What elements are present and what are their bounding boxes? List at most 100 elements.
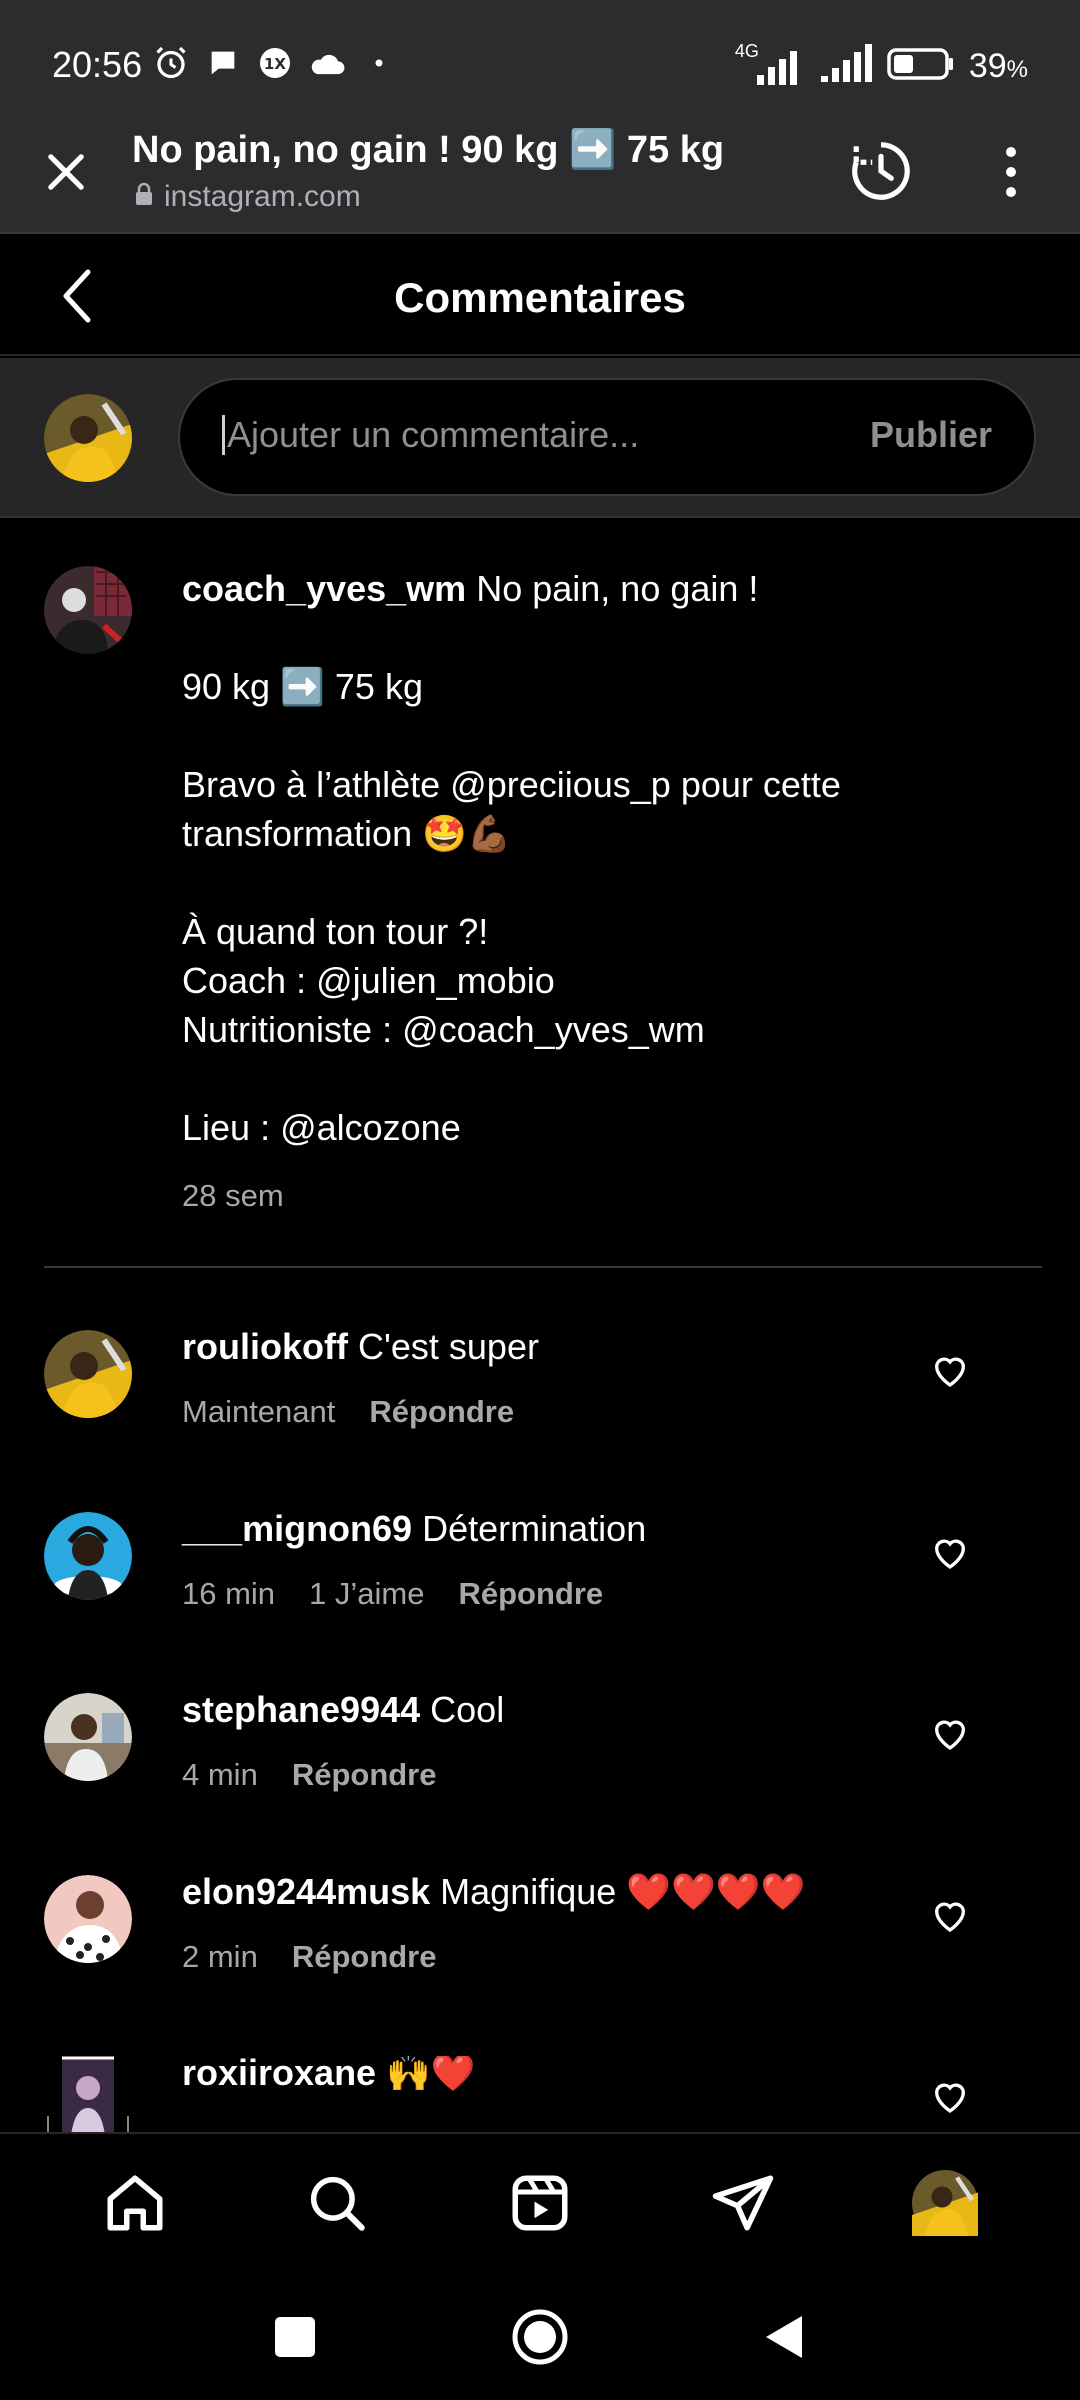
heart-icon[interactable] xyxy=(930,1532,970,1572)
home-icon[interactable] xyxy=(100,2168,170,2238)
reply-button[interactable]: Répondre xyxy=(292,1939,437,1975)
status-bar: 20:56 1X 4G 39% xyxy=(0,0,1080,120)
cloud-icon xyxy=(308,44,346,82)
history-icon[interactable] xyxy=(846,136,916,206)
heart-icon[interactable] xyxy=(930,1713,970,1753)
battery-percent: 39% xyxy=(969,47,1028,86)
reels-icon[interactable] xyxy=(505,2168,575,2238)
comment-text: stephane9944 Cool xyxy=(182,1689,504,1731)
alarm-icon xyxy=(152,44,190,82)
reply-button[interactable]: Répondre xyxy=(292,1757,437,1793)
svg-text:1X: 1X xyxy=(264,55,286,73)
in-app-browser-bar: No pain, no gain ! 90 kg ➡️ 75 kg instag… xyxy=(0,120,1080,234)
system-navigation-bar xyxy=(0,2270,1080,2400)
avatar xyxy=(44,394,132,482)
caption-timestamp: 28 sem xyxy=(182,1178,284,1213)
recents-square-icon[interactable] xyxy=(264,2306,326,2368)
comment-body: C'est super xyxy=(358,1326,539,1367)
comment-username[interactable]: rouliokoff xyxy=(182,1326,348,1367)
reply-button[interactable]: Répondre xyxy=(369,1394,514,1430)
comment-composer: Ajouter un commentaire... Publier xyxy=(0,358,1080,518)
caption-line: 90 kg ➡️ 75 kg xyxy=(182,666,423,707)
avatar[interactable] xyxy=(44,566,132,654)
caption-line: À quand ton tour ?! xyxy=(182,911,489,952)
direct-message-icon[interactable] xyxy=(708,2168,778,2238)
heart-icon[interactable] xyxy=(930,2076,970,2116)
status-time: 20:56 xyxy=(52,44,143,85)
heart-icon[interactable] xyxy=(930,1350,970,1390)
comment-item: roxiiroxane 🙌❤️ xyxy=(0,2056,1080,2132)
comment-item: rouliokoff C'est super Maintenant Répond… xyxy=(0,1326,1080,1500)
bottom-navigation xyxy=(0,2132,1080,2270)
comment-time: Maintenant xyxy=(182,1394,336,1429)
comment-body: Détermination xyxy=(422,1508,647,1549)
comment-text: rouliokoff C'est super xyxy=(182,1326,539,1368)
avatar[interactable] xyxy=(44,1693,132,1781)
comment-username[interactable]: elon9244musk xyxy=(182,1871,430,1912)
browser-page-title: No pain, no gain ! 90 kg ➡️ 75 kg xyxy=(132,129,725,171)
comment-text: roxiiroxane 🙌❤️ xyxy=(182,2056,476,2094)
comment-item: elon9244musk Magnifique ❤️❤️❤️❤️ 2 min R… xyxy=(0,1871,1080,2045)
caption-username[interactable]: coach_yves_wm xyxy=(182,568,466,609)
divider xyxy=(44,1266,1042,1268)
comment-username[interactable]: ___mignon69 xyxy=(182,1508,412,1549)
caption-first-line: coach_yves_wm No pain, no gain ! xyxy=(182,564,1032,613)
battery-unit: % xyxy=(1006,56,1028,83)
caption-line xyxy=(182,858,1032,907)
comment-input-container[interactable]: Ajouter un commentaire... Publier xyxy=(178,378,1036,496)
comment-body: Cool xyxy=(430,1689,505,1730)
comment-username[interactable]: stephane9944 xyxy=(182,1689,420,1730)
profile-avatar-icon[interactable] xyxy=(910,2168,980,2238)
avatar[interactable] xyxy=(44,1512,132,1600)
avatar[interactable] xyxy=(44,2056,132,2132)
comment-item: stephane9944 Cool 4 min Répondre xyxy=(0,1689,1080,1863)
reply-button[interactable]: Répondre xyxy=(458,1576,603,1612)
caption-line: Bravo à l’athlète @preciious_p pour cett… xyxy=(182,764,841,805)
text-caret xyxy=(222,415,225,455)
comment-meta: 2 min Répondre xyxy=(182,1939,437,1975)
caption-line xyxy=(182,613,1032,662)
avatar[interactable] xyxy=(44,1875,132,1963)
comment-input-placeholder: Ajouter un commentaire... xyxy=(227,414,640,455)
avatar[interactable] xyxy=(44,1330,132,1418)
comment-meta: 16 min 1 J’aime Répondre xyxy=(182,1576,603,1612)
comment-username[interactable]: roxiiroxane xyxy=(182,2056,376,2093)
comment-input[interactable]: Ajouter un commentaire... xyxy=(222,414,639,456)
app-badge-icon: 1X xyxy=(256,44,294,82)
comment-text: elon9244musk Magnifique ❤️❤️❤️❤️ xyxy=(182,1871,806,1913)
dot-icon xyxy=(360,44,398,82)
publish-button[interactable]: Publier xyxy=(870,414,992,456)
comment-text: ___mignon69 Détermination xyxy=(182,1508,646,1550)
comment-item: ___mignon69 Détermination 16 min 1 J’aim… xyxy=(0,1508,1080,1682)
caption-line: Coach : @julien_mobio xyxy=(182,960,555,1001)
caption-line: Nutritioniste : @coach_yves_wm xyxy=(182,1009,705,1050)
back-triangle-icon[interactable] xyxy=(754,2306,816,2368)
caption-line: transformation 🤩💪🏾 xyxy=(182,813,512,854)
post-caption: coach_yves_wm No pain, no gain ! 90 kg ➡… xyxy=(0,520,1080,1266)
browser-url: instagram.com xyxy=(134,180,361,214)
comment-meta: 4 min Répondre xyxy=(182,1757,437,1793)
caption-line: No pain, no gain ! xyxy=(476,568,759,609)
search-icon[interactable] xyxy=(302,2168,372,2238)
chat-bubble-icon xyxy=(204,44,242,82)
url-text: instagram.com xyxy=(164,180,361,213)
comments-header: Commentaires xyxy=(0,236,1080,356)
caption-line xyxy=(182,1054,1032,1103)
signal-icon xyxy=(819,42,873,91)
heart-icon[interactable] xyxy=(930,1895,970,1935)
home-circle-icon[interactable] xyxy=(509,2306,571,2368)
status-system-icons: 4G 39% xyxy=(735,41,1028,91)
more-vertical-icon[interactable] xyxy=(996,142,1026,202)
caption-text: coach_yves_wm No pain, no gain ! 90 kg ➡… xyxy=(182,564,1032,1152)
comment-time: 16 min xyxy=(182,1576,276,1611)
page-title: Commentaires xyxy=(394,274,686,321)
lock-icon xyxy=(134,180,154,214)
comment-likes[interactable]: 1 J’aime xyxy=(309,1576,424,1612)
comment-time: 4 min xyxy=(182,1757,258,1792)
comment-meta: Maintenant Répondre xyxy=(182,1394,514,1430)
signal-4g-icon: 4G xyxy=(735,41,805,89)
close-icon[interactable] xyxy=(40,146,92,198)
battery-value: 39 xyxy=(968,47,1007,85)
comment-body: Magnifique ❤️❤️❤️❤️ xyxy=(440,1871,806,1912)
caption-line: Lieu : @alcozone xyxy=(182,1107,461,1148)
